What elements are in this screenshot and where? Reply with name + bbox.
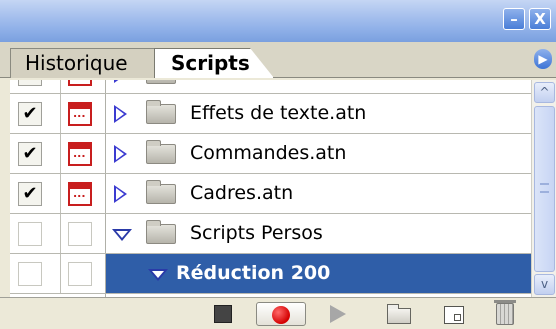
list-item[interactable]: ✔ Cadres.atn: [10, 174, 531, 214]
checkmark-icon[interactable]: ✔: [18, 182, 42, 206]
collapse-triangle-icon[interactable]: [112, 229, 132, 241]
checkbox-empty[interactable]: [18, 262, 42, 286]
tab-strip: Historique Scripts: [0, 42, 556, 78]
tab-historique[interactable]: Historique: [10, 48, 155, 78]
column-divider: [60, 214, 61, 253]
column-divider: [60, 174, 61, 213]
scripts-panel: – X Historique Scripts ▶ ✔ ✔ Effets de t: [0, 0, 556, 329]
scroll-down-button[interactable]: v: [534, 274, 555, 295]
row-content: Scripts Persos: [106, 214, 531, 253]
record-icon[interactable]: [256, 302, 306, 326]
action-label: Réduction 200: [176, 262, 331, 284]
minimize-button[interactable]: –: [503, 8, 525, 30]
column-divider: [60, 80, 61, 93]
row-content: Cadres.atn: [106, 174, 531, 213]
dialog-toggle-icon[interactable]: [68, 142, 92, 166]
scroll-up-button[interactable]: ^: [534, 82, 555, 103]
tab-scripts[interactable]: Scripts: [154, 48, 274, 78]
row-content: Réduction 200: [106, 254, 531, 293]
list-item[interactable]: ✔: [10, 80, 531, 94]
stop-icon[interactable]: [214, 305, 232, 323]
dialog-toggle-empty[interactable]: [68, 222, 92, 246]
expand-triangle-icon[interactable]: [114, 185, 127, 203]
list-item-selected[interactable]: Réduction 200: [10, 254, 531, 294]
action-set-label: Effets de texte.atn: [190, 102, 367, 124]
new-action-icon[interactable]: [444, 306, 464, 324]
close-button[interactable]: X: [529, 8, 551, 30]
row-content: Effets de texte.atn: [106, 94, 531, 133]
checkmark-icon[interactable]: ✔: [18, 102, 42, 126]
folder-icon: [146, 80, 176, 84]
folder-icon: [146, 180, 176, 204]
checkmark-icon[interactable]: ✔: [18, 142, 42, 166]
scroll-thumb[interactable]: [534, 106, 555, 272]
action-set-label: Commandes.atn: [190, 142, 347, 164]
expand-triangle-icon[interactable]: [114, 105, 127, 123]
bottom-toolbar: [0, 297, 556, 329]
checkmark-icon[interactable]: ✔: [18, 80, 42, 86]
new-set-icon[interactable]: [387, 304, 411, 324]
trash-icon[interactable]: [494, 300, 516, 325]
dialog-toggle-icon[interactable]: [68, 102, 92, 126]
action-set-label: Cadres.atn: [190, 182, 294, 204]
grip-icon: [540, 183, 549, 193]
folder-icon: [146, 100, 176, 124]
column-divider: [60, 94, 61, 133]
vertical-scrollbar[interactable]: ^ v: [531, 80, 556, 297]
column-divider: [60, 134, 61, 173]
expand-triangle-icon[interactable]: [114, 80, 127, 83]
dialog-toggle-icon[interactable]: [68, 80, 92, 86]
checkbox-empty[interactable]: [18, 222, 42, 246]
list-item[interactable]: Scripts Persos: [10, 214, 531, 254]
list-item[interactable]: ✔ Commandes.atn: [10, 134, 531, 174]
action-set-label: Scripts Persos: [190, 222, 323, 244]
dialog-toggle-empty[interactable]: [68, 262, 92, 286]
panel-titlebar[interactable]: – X: [0, 0, 556, 42]
folder-icon: [146, 220, 176, 244]
dialog-toggle-icon[interactable]: [68, 182, 92, 206]
column-divider: [60, 254, 61, 293]
expand-triangle-icon[interactable]: [114, 145, 127, 163]
row-content: [106, 80, 531, 93]
list-item[interactable]: ✔ Effets de texte.atn: [10, 94, 531, 134]
play-icon[interactable]: [330, 305, 346, 323]
flyout-menu-icon[interactable]: ▶: [534, 49, 552, 69]
folder-icon: [146, 140, 176, 164]
row-content: Commandes.atn: [106, 134, 531, 173]
actions-list: ✔ ✔ Effets de texte.atn ✔: [10, 80, 531, 297]
collapse-triangle-icon[interactable]: [148, 269, 168, 281]
